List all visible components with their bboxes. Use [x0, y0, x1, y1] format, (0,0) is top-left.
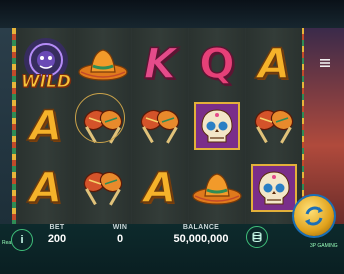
cell-maracas	[75, 158, 131, 218]
cell-a: A	[18, 96, 74, 156]
cell-sombrero	[189, 158, 245, 218]
bottom-bar: Real i BET 200 WIN 0 BALANCE 50,000,000 …	[0, 224, 344, 274]
balance-value: 50,000,000	[173, 233, 229, 245]
cell-sombrero	[75, 34, 131, 94]
bet-value[interactable]: 200	[40, 233, 74, 245]
letter-k: K	[143, 39, 177, 88]
reel-frame: WILD A A K A Q A	[16, 28, 302, 224]
maracas-icon	[140, 109, 180, 144]
maracas-icon	[254, 109, 294, 144]
cell-q: Q	[189, 34, 245, 94]
sombrero-icon	[192, 173, 242, 205]
maracas-icon	[83, 171, 123, 206]
coins-button[interactable]	[246, 226, 268, 248]
spin-button[interactable]	[294, 196, 334, 236]
sombrero-icon	[78, 49, 128, 81]
cell-a: A	[18, 158, 74, 218]
menu-icon[interactable]	[318, 56, 332, 70]
info-button[interactable]: i	[11, 229, 33, 251]
balance-label: BALANCE	[182, 224, 220, 231]
win-highlight-ring	[75, 93, 125, 143]
cell-maracas	[132, 96, 188, 156]
letter-a: A	[143, 163, 177, 212]
win-value: 0	[116, 233, 124, 245]
cell-maracas	[246, 96, 302, 156]
brand-label: 3P GAMING	[310, 243, 338, 249]
letter-a: A	[29, 163, 63, 212]
wild-label: WILD	[20, 72, 72, 93]
left-decor	[0, 28, 16, 224]
sugar-skull-icon	[251, 164, 297, 212]
letter-q: Q	[198, 39, 235, 88]
autospin-arrows-icon	[305, 206, 323, 226]
cell-a: A	[246, 34, 302, 94]
cell-a: A	[132, 158, 188, 218]
letter-a: A	[257, 39, 291, 88]
info-icon: i	[20, 234, 24, 246]
sugar-skull-icon	[194, 102, 240, 150]
win-label: WIN	[112, 224, 128, 231]
cell-sugar-skull	[246, 158, 302, 218]
cell-sugar-skull	[189, 96, 245, 156]
reel-3: K A	[132, 28, 188, 224]
reel-5: A	[246, 28, 302, 224]
cell-k: K	[132, 34, 188, 94]
cell-wild: WILD	[18, 34, 74, 94]
coin-stack-icon	[252, 232, 262, 242]
reel-1: WILD A A	[18, 28, 74, 224]
top-band	[0, 0, 344, 28]
bet-label: BET	[49, 224, 65, 231]
reel-4: Q	[189, 28, 245, 224]
letter-a: A	[29, 101, 63, 150]
right-decor	[300, 28, 344, 224]
